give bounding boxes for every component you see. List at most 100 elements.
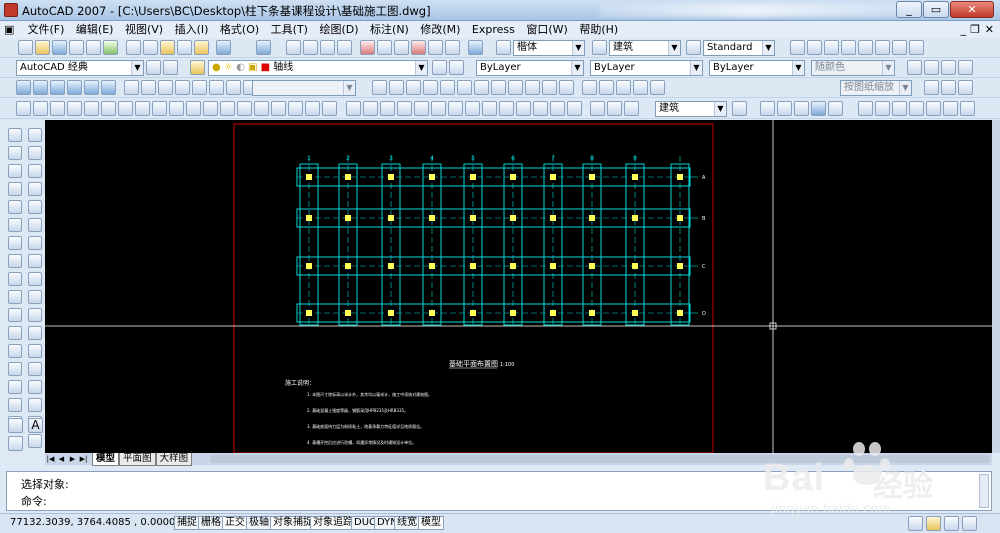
table-icon[interactable]	[28, 434, 42, 448]
section-plane-icon[interactable]	[491, 80, 506, 95]
menu-format[interactable]: 格式(O)	[216, 21, 263, 38]
angular-dim-icon[interactable]	[465, 101, 480, 116]
table-style-select[interactable]: Standard ▼	[703, 40, 775, 56]
camera-adjust-icon[interactable]	[892, 101, 907, 116]
stretch-icon[interactable]	[8, 290, 22, 304]
camera-zoom-icon[interactable]	[926, 101, 941, 116]
spline-icon[interactable]	[28, 272, 42, 286]
menu-file[interactable]: 文件(F)	[24, 21, 69, 38]
render-preset-icon[interactable]	[237, 101, 252, 116]
minimize-button[interactable]: _	[896, 1, 922, 18]
interfere-icon[interactable]	[474, 80, 489, 95]
tab-detail[interactable]: 大样图	[155, 453, 193, 466]
copy-icon[interactable]	[143, 40, 158, 55]
polyline-icon[interactable]	[28, 164, 42, 178]
array-icon[interactable]	[8, 218, 22, 232]
cone-icon[interactable]	[50, 80, 65, 95]
pencil-icon[interactable]	[8, 128, 22, 142]
save-icon[interactable]	[52, 40, 67, 55]
layer-previous-icon[interactable]	[449, 60, 464, 75]
background-icon[interactable]	[84, 101, 99, 116]
paint-bucket-icon[interactable]	[941, 80, 956, 95]
new-icon[interactable]	[18, 40, 33, 55]
command-scrollbar[interactable]	[979, 474, 989, 508]
find-text-icon[interactable]	[824, 40, 839, 55]
plan-view-icon[interactable]	[958, 80, 973, 95]
aligned-dim-icon[interactable]	[363, 101, 378, 116]
imprint-icon[interactable]	[457, 80, 472, 95]
otrack-toggle[interactable]: 对象追踪	[310, 516, 356, 530]
mirror-icon[interactable]	[8, 182, 22, 196]
sphere-icon[interactable]	[67, 80, 82, 95]
paste-icon[interactable]	[160, 40, 175, 55]
ellipse-arc-icon[interactable]	[28, 308, 42, 322]
menu-dimension[interactable]: 标注(N)	[366, 21, 413, 38]
quick-leader-icon[interactable]	[533, 101, 548, 116]
render-settings-icon[interactable]	[322, 101, 337, 116]
tab-model[interactable]: 模型	[92, 453, 120, 466]
render-window-icon[interactable]	[203, 101, 218, 116]
visual-style-2d-icon[interactable]	[582, 80, 597, 95]
slice-icon[interactable]	[423, 80, 438, 95]
visual-style-realistic-icon[interactable]	[633, 80, 648, 95]
publish-icon[interactable]	[103, 40, 118, 55]
print-icon[interactable]	[69, 40, 84, 55]
lineweight-select[interactable]: ByLayer ▼	[709, 60, 805, 76]
motion-path-icon[interactable]	[186, 101, 201, 116]
thicken-icon[interactable]	[440, 80, 455, 95]
named-views-icon[interactable]	[941, 60, 956, 75]
diameter-dim-icon[interactable]	[448, 101, 463, 116]
edit-text-icon[interactable]	[807, 40, 822, 55]
match-properties-icon[interactable]	[177, 40, 192, 55]
dim-update-icon[interactable]	[624, 101, 639, 116]
workspace-select[interactable]: AutoCAD 经典 ▼	[16, 60, 144, 76]
radius-dim-icon[interactable]	[414, 101, 429, 116]
3d-move-icon[interactable]	[508, 80, 523, 95]
scale-text-icon[interactable]	[875, 40, 890, 55]
linear-dim-icon[interactable]	[346, 101, 361, 116]
insert-block-icon[interactable]	[28, 326, 42, 340]
help-icon[interactable]	[468, 40, 483, 55]
plot-preview-icon[interactable]	[86, 40, 101, 55]
visual-style-conceptual-icon[interactable]	[650, 80, 665, 95]
block-editor-icon[interactable]	[194, 40, 209, 55]
orbit-continuous-icon[interactable]	[875, 101, 890, 116]
sun-properties-icon[interactable]	[118, 101, 133, 116]
make-current-icon[interactable]	[432, 60, 447, 75]
rotate-icon[interactable]	[8, 254, 22, 268]
swivel-icon[interactable]	[943, 101, 958, 116]
document-icon[interactable]: ▣	[0, 21, 20, 38]
advanced-render-icon[interactable]	[220, 101, 235, 116]
snap-toggle[interactable]: 捕捉	[174, 516, 200, 530]
color-select[interactable]: ByLayer ▼	[476, 60, 584, 76]
viewport-lock-icon[interactable]	[924, 80, 939, 95]
ortho-toggle[interactable]: 正交	[222, 516, 248, 530]
design-center-icon[interactable]	[377, 40, 392, 55]
spell-check-icon[interactable]	[841, 40, 856, 55]
dim-style-icon[interactable]	[592, 40, 607, 55]
zoom-window-icon[interactable]	[320, 40, 335, 55]
mapping-icon[interactable]	[67, 101, 82, 116]
subtract-icon[interactable]	[389, 80, 404, 95]
tool-palettes-icon[interactable]	[394, 40, 409, 55]
tab-plan[interactable]: 平面图	[119, 453, 156, 466]
maximize-button[interactable]: ▭	[923, 1, 949, 18]
dim-style-select-2[interactable]: 建筑 ▼	[655, 101, 727, 117]
orbit-free-icon[interactable]	[858, 101, 873, 116]
make-block-icon[interactable]	[28, 344, 42, 358]
torus-icon[interactable]	[101, 80, 116, 95]
quick-dim-icon[interactable]	[482, 101, 497, 116]
arc-length-icon[interactable]	[380, 101, 395, 116]
copy-obj-icon[interactable]	[8, 164, 22, 178]
union-icon[interactable]	[372, 80, 387, 95]
view-iso-icon[interactable]	[777, 101, 792, 116]
sheet-set-icon[interactable]	[411, 40, 426, 55]
cylinder-icon[interactable]	[84, 80, 99, 95]
fog-icon[interactable]	[101, 101, 116, 116]
exposure-icon[interactable]	[305, 101, 320, 116]
model-toggle[interactable]: 模型	[418, 516, 444, 530]
chamfer-icon[interactable]	[8, 398, 22, 412]
menu-insert[interactable]: 插入(I)	[171, 21, 213, 38]
dtext-icon[interactable]	[790, 40, 805, 55]
prev-tab-arrow-icon[interactable]: ◀	[56, 453, 67, 465]
